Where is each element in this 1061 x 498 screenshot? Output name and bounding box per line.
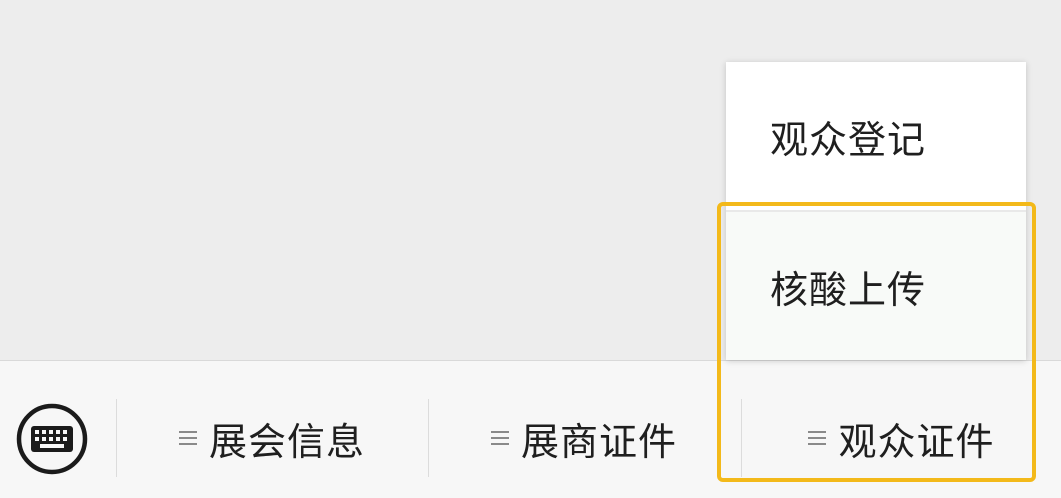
submenu-popup: 观众登记 核酸上传 <box>726 62 1026 360</box>
menu-tab-label: 展会信息 <box>208 419 365 464</box>
menu-tab-label: 展商证件 <box>520 419 677 464</box>
menu-tab-exhibition-info[interactable]: 展会信息 <box>117 399 427 477</box>
menu-tab-exhibitor-pass[interactable]: 展商证件 <box>429 399 739 477</box>
menu-lines-icon <box>808 430 827 446</box>
menu-lines-icon <box>178 430 197 446</box>
keyboard-icon <box>16 403 88 475</box>
submenu-item-nucleic-acid-upload[interactable]: 核酸上传 <box>726 212 1026 360</box>
submenu-item-label: 观众登记 <box>770 117 927 162</box>
custom-menu-bar: 展会信息 展商证件 观众证件 <box>0 360 1061 498</box>
submenu-item-visitor-registration[interactable]: 观众登记 <box>726 62 1026 210</box>
submenu-item-label: 核酸上传 <box>770 267 927 312</box>
keyboard-toggle-button[interactable] <box>14 401 90 477</box>
menu-tab-label: 观众证件 <box>838 419 995 464</box>
menu-tab-visitor-pass[interactable]: 观众证件 <box>742 399 1061 477</box>
menu-lines-icon <box>490 430 509 446</box>
